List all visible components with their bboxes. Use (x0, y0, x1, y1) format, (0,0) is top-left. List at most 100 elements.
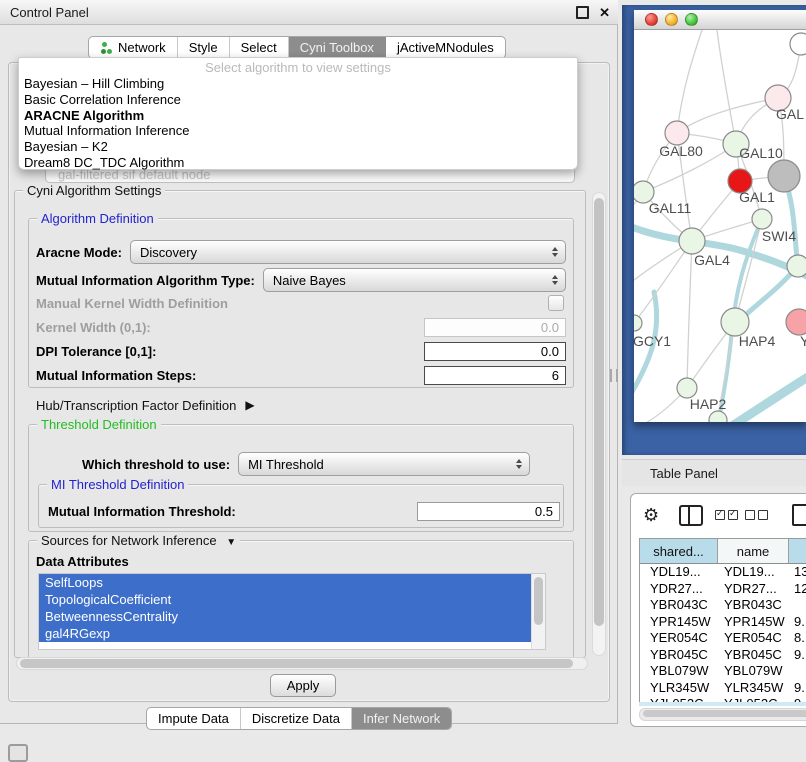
column-header[interactable] (789, 539, 806, 563)
attributes-scrollbar[interactable] (531, 574, 545, 649)
algorithm-option[interactable]: Bayesian – Hill Climbing (19, 76, 577, 92)
column-header[interactable]: shared... (640, 539, 718, 563)
clear-all-checks-icon[interactable] (745, 510, 768, 520)
tab-impute-data[interactable]: Impute Data (147, 708, 241, 729)
table-row[interactable]: YBR043CYBR043C (640, 597, 806, 614)
gear-icon[interactable]: ⚙ (643, 506, 659, 524)
hub-definition-toggle[interactable]: Hub/Transcription Factor Definition ▶ (36, 396, 255, 414)
close-panel-icon[interactable]: ✕ (599, 8, 610, 17)
table-row[interactable]: YDR27...YDR27...12 (640, 581, 806, 598)
zoom-window-icon[interactable] (685, 13, 698, 26)
table-rows: YDL19...YDL19...13YDR27...YDR27...12YBR0… (640, 564, 806, 704)
attribute-item[interactable]: gal4RGexp (39, 625, 532, 642)
table-row[interactable]: YPR145WYPR145W9. (640, 614, 806, 631)
close-window-icon[interactable] (645, 13, 658, 26)
table-panel-titlebar: Table Panel (622, 459, 806, 486)
table-row[interactable]: YBL079WYBL079W (640, 663, 806, 680)
network-edge (740, 266, 798, 320)
network-node[interactable] (709, 411, 727, 422)
node-label: HAP2 (690, 396, 727, 412)
table-horizontal-scrollbar[interactable] (639, 708, 806, 721)
column-header[interactable]: name (718, 539, 789, 563)
table-row[interactable]: YLR345WYLR345W9. (640, 680, 806, 697)
algorithm-option[interactable]: Bayesian – K2 (19, 139, 577, 155)
split-pane-grip[interactable] (610, 369, 618, 382)
tab-cyni-toolbox[interactable]: Cyni Toolbox (289, 37, 386, 58)
algorithm-option[interactable]: ARACNE Algorithm (19, 108, 577, 124)
network-edge (687, 241, 692, 388)
network-node-gal80[interactable] (665, 121, 689, 145)
minimize-window-icon[interactable] (665, 13, 678, 26)
mi-type-row: Mutual Information Algorithm Type: Naive… (36, 268, 566, 292)
tab-discretize-data[interactable]: Discretize Data (241, 708, 352, 729)
kernel-width-field[interactable]: 0.0 (424, 318, 566, 337)
mi-type-select[interactable]: Naive Bayes (263, 268, 566, 292)
tab-style[interactable]: Style (178, 37, 230, 58)
network-node[interactable] (768, 160, 800, 192)
dpi-tolerance-field[interactable]: 0.0 (424, 342, 566, 361)
data-attributes-label: Data Attributes (36, 554, 129, 569)
mi-threshold-group-title: MI Threshold Definition (47, 477, 188, 492)
attribute-item[interactable]: SelfLoops (39, 574, 532, 591)
network-node-hap4[interactable] (721, 308, 749, 336)
table-row[interactable]: YER054CYER054C8. (640, 630, 806, 647)
node-label: GAL10 (739, 145, 783, 161)
table-selection-sliver (639, 702, 806, 706)
minimized-panel-icon[interactable] (8, 744, 28, 762)
mi-steps-label: Mutual Information Steps: (36, 368, 196, 383)
table-row[interactable]: YBR045CYBR045C9. (640, 647, 806, 664)
table-row[interactable]: YDL19...YDL19...13 (640, 564, 806, 581)
attribute-item[interactable]: TopologicalCoefficient (39, 591, 532, 608)
algorithm-option[interactable]: Basic Correlation Inference (19, 92, 577, 108)
tab-select[interactable]: Select (230, 37, 289, 58)
which-threshold-select[interactable]: MI Threshold (238, 452, 530, 476)
tab-infer-network[interactable]: Infer Network (352, 708, 451, 729)
aracne-mode-value: Discovery (140, 245, 197, 260)
apply-button[interactable]: Apply (270, 674, 336, 697)
mi-threshold-field[interactable]: 0.5 (417, 502, 560, 521)
node-label: SWI4 (762, 228, 796, 244)
hub-definition-label: Hub/Transcription Factor Definition (36, 398, 236, 413)
kernel-width-label: Kernel Width (0,1): (36, 320, 151, 335)
network-edge (677, 30, 702, 133)
select-all-checks-icon[interactable] (715, 510, 738, 520)
network-node-gal1[interactable] (752, 209, 772, 229)
algorithm-option[interactable]: Mutual Information Inference (19, 123, 577, 139)
network-node-hap2[interactable] (677, 378, 697, 398)
network-edge (677, 98, 778, 133)
app-root: { "colors": { "app_bg": "#e9e9e9", "pane… (0, 0, 806, 762)
network-node-gal4[interactable] (679, 228, 705, 254)
aracne-mode-select[interactable]: Discovery (130, 240, 566, 264)
network-node-gcy1[interactable] (634, 315, 642, 331)
network-node[interactable] (790, 33, 806, 55)
node-label: GAL11 (649, 200, 692, 216)
settings-vertical-scrollbar[interactable] (592, 192, 606, 656)
attribute-item[interactable]: BetweennessCentrality (39, 608, 532, 625)
columns-icon[interactable] (679, 505, 703, 526)
manual-kernel-checkbox[interactable] (548, 295, 564, 311)
settings-horizontal-scrollbar[interactable] (16, 657, 588, 670)
table-panel-title: Table Panel (650, 466, 718, 481)
network-edge (732, 375, 806, 422)
sources-group-title[interactable]: Sources for Network Inference ▼ (37, 533, 240, 548)
network-node-y[interactable] (786, 309, 806, 335)
node-table: shared...name YDL19...YDL19...13YDR27...… (639, 538, 806, 704)
network-node-swi4[interactable] (787, 255, 806, 277)
stepper-arrows-icon (552, 275, 558, 285)
network-view-window[interactable]: GALGAL80GAL10GAL11GAL1GAL4SWI4GCY1HAP4YH… (634, 10, 806, 422)
mi-steps-field[interactable]: 6 (424, 366, 566, 385)
network-canvas[interactable]: GALGAL80GAL10GAL11GAL1GAL4SWI4GCY1HAP4YH… (634, 30, 806, 422)
which-threshold-row: Which threshold to use: MI Threshold (82, 452, 530, 476)
threshold-definition-title: Threshold Definition (37, 417, 161, 432)
algorithm-option[interactable]: Dream8 DC_TDC Algorithm (19, 155, 577, 171)
data-attributes-list[interactable]: SelfLoopsTopologicalCoefficientBetweenne… (38, 573, 546, 650)
mi-type-label: Mutual Information Algorithm Type: (36, 273, 255, 288)
tab-network[interactable]: Network (89, 37, 178, 58)
node-label: HAP4 (739, 333, 776, 349)
dpi-tolerance-label: DPI Tolerance [0,1]: (36, 344, 156, 359)
network-window-titlebar[interactable] (634, 10, 806, 30)
float-panel-icon[interactable] (576, 6, 589, 19)
tab-jactivemnodules[interactable]: jActiveMNodules (386, 37, 505, 58)
algorithm-dropdown-list: Select algorithm to view settings Bayesi… (18, 57, 578, 170)
add-column-icon[interactable] (792, 504, 806, 526)
